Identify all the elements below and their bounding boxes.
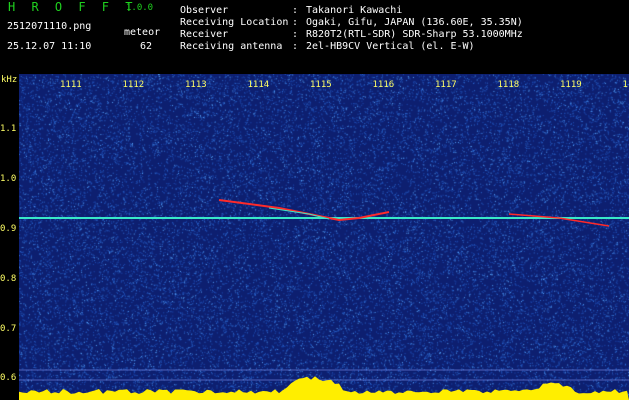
x-tick-label: 1114 <box>247 80 270 90</box>
x-tick-label: 1116 <box>372 80 395 90</box>
receiver-colon: : <box>292 29 299 40</box>
x-tick-label: 1119 <box>560 80 582 90</box>
location-value: Ogaki, Gifu, JAPAN (136.60E, 35.35N) <box>306 17 523 28</box>
observer-label: Observer <box>180 5 229 16</box>
x-tick-label: 1120 <box>622 80 629 90</box>
x-tick-label: 1113 <box>185 80 207 90</box>
y-tick-label: 0.9 <box>0 224 17 234</box>
file-name: 2512071110.png <box>7 21 92 32</box>
timestamp: 25.12.07 11:10 <box>7 41 92 52</box>
y-tick-label: 0.6 <box>0 373 17 383</box>
app-title: H R O F F T <box>8 0 137 14</box>
antenna-colon: : <box>292 41 299 52</box>
location-label: Receiving Location <box>180 17 289 28</box>
receiver-value: R820T2(RTL-SDR) SDR-Sharp 53.1000MHz <box>306 29 523 40</box>
meteor-label: meteor <box>124 27 161 38</box>
y-axis <box>0 74 19 400</box>
observer-value: Takanori Kawachi <box>306 5 403 16</box>
x-tick-label: 1112 <box>122 80 145 90</box>
y-tick-label: 0.8 <box>0 274 17 284</box>
location-colon: : <box>292 17 299 28</box>
x-tick-label: 1118 <box>497 80 520 90</box>
antenna-label: Receiving antenna <box>180 41 283 52</box>
meteor-count: 62 <box>140 41 153 52</box>
antenna-value: 2el-HB9CV Vertical (el. E-W) <box>306 41 475 52</box>
header-panel: H R O F F T 1.0.0 2512071110.png meteor … <box>0 0 629 74</box>
x-tick-label: 1117 <box>435 80 457 90</box>
meteor-trail-3 <box>508 213 610 227</box>
y-tick-label: 0.7 <box>0 324 17 334</box>
x-tick-label: 1115 <box>310 80 332 90</box>
observer-colon: : <box>292 5 299 16</box>
y-tick-label: 1.1 <box>0 124 17 134</box>
x-tick-label: 1111 <box>60 80 82 90</box>
spectrogram-panel <box>19 74 629 400</box>
receiver-label: Receiver <box>180 29 229 40</box>
spectrogram-overlay <box>19 199 629 400</box>
y-axis-unit: kHz <box>1 75 18 85</box>
app-version: 1.0.0 <box>126 3 154 13</box>
y-tick-label: 1.0 <box>0 174 17 184</box>
